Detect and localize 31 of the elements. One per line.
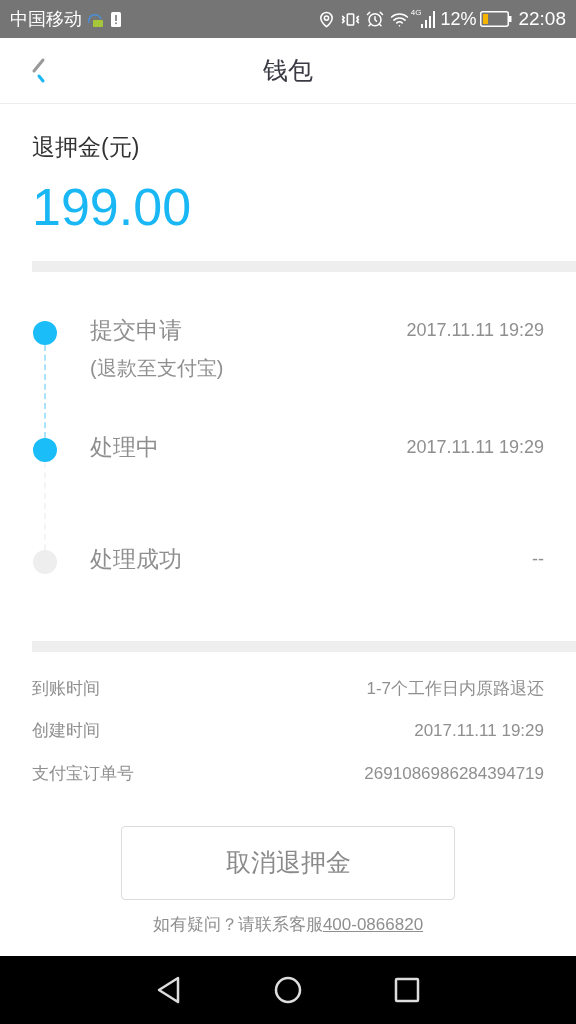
network-type: 4G [410,7,422,19]
deposit-amount: 199.00 [32,180,193,233]
sim-alert-icon [110,9,122,29]
step-time: -- [532,548,544,571]
step-time: 2017.11.11 19:29 [406,436,544,459]
step-time: 2017.11.11 19:29 [406,318,544,342]
location-icon [317,10,335,28]
support-phone-link[interactable]: 400-0866820 [322,912,424,938]
detail-label: 创建时间 [32,720,100,742]
signal-icon [421,10,438,28]
step-title: 提交申请 [90,315,183,345]
alarm-icon [365,10,384,28]
battery-icon [480,11,513,27]
detail-label: 支付宝订单号 [32,762,134,785]
home-circle-icon[interactable] [274,976,302,1004]
step-title: 处理中 [90,433,159,462]
help-text: 如有疑问？请联系客服 [152,914,323,936]
recents-square-icon[interactable] [394,977,420,1003]
step-title: 处理成功 [90,545,182,574]
battery-percent: 12% [440,7,477,31]
detail-label: 到账时间 [32,677,100,700]
back-triangle-icon[interactable] [156,976,182,1004]
cancel-deposit-button[interactable]: 取消退押金 [121,826,455,900]
detail-value: 1-7个工作日内原路退还 [366,677,544,700]
page-title: 钱包 [263,54,313,86]
detail-value: 2691086986284394719 [364,762,544,785]
detail-value: 2017.11.11 19:29 [414,720,544,742]
carrier-name: 中国移动 [10,7,82,31]
clock: 22:08 [518,6,566,31]
step-note: (退款至支付宝) [90,356,224,381]
deposit-label: 退押金(元) [32,133,141,162]
